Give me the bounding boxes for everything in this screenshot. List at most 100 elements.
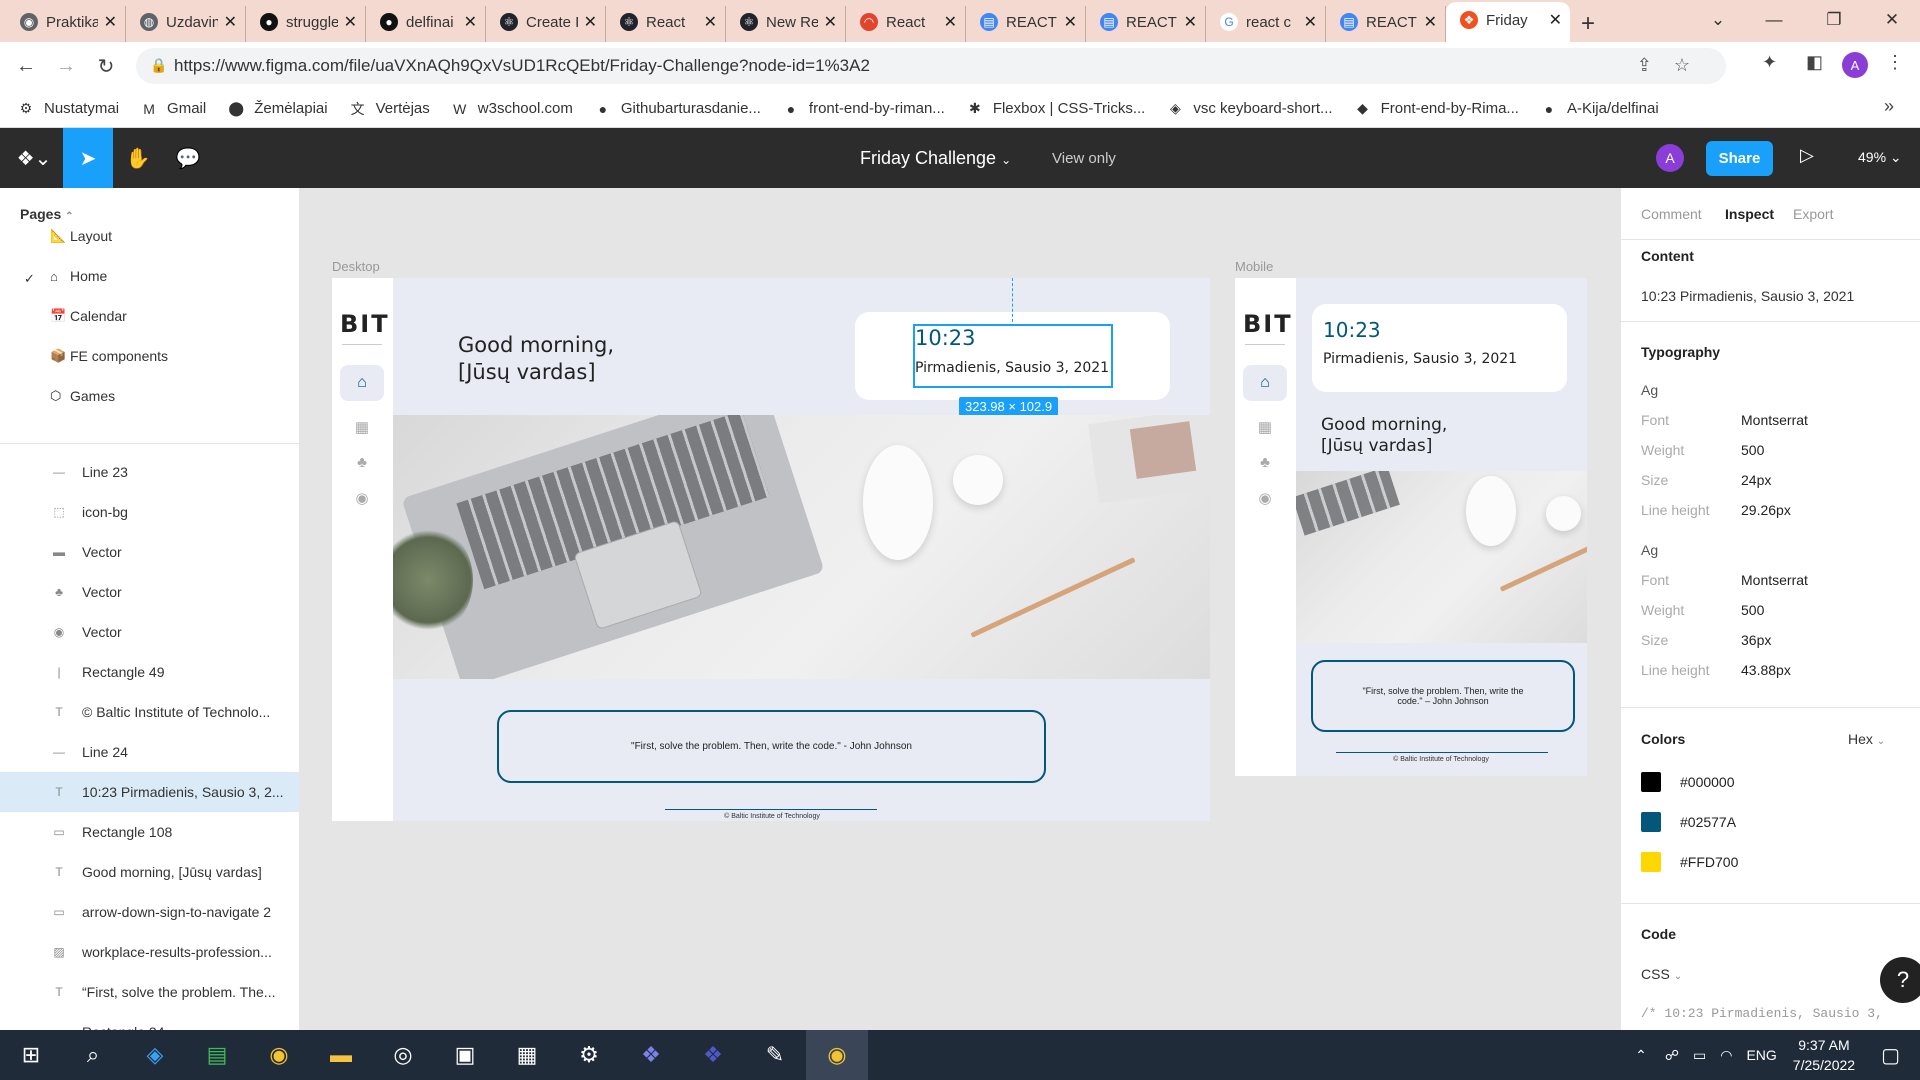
mobile-frame-label[interactable]: Mobile: [1235, 259, 1273, 274]
color-value[interactable]: #000000: [1680, 774, 1735, 790]
figma-menu-icon[interactable]: ❖⌄: [6, 128, 62, 188]
layer-item[interactable]: ◉ Vector: [0, 612, 299, 652]
share-button[interactable]: Share: [1706, 141, 1773, 176]
close-icon[interactable]: ✕: [1064, 12, 1077, 32]
present-icon[interactable]: ▷: [1800, 145, 1814, 166]
browser-tab[interactable]: Greact c ✕: [1206, 6, 1326, 42]
browser-tab[interactable]: ⚛ Create React App ✕: [486, 6, 606, 42]
browser-tab[interactable]: ◠ React ✕: [846, 6, 966, 42]
browser-tab[interactable]: ● struggle ✕: [246, 6, 366, 42]
close-icon[interactable]: ✕: [704, 12, 717, 32]
network-icon[interactable]: ☍: [1665, 1047, 1679, 1064]
color-swatch[interactable]: [1641, 772, 1661, 792]
typo-value[interactable]: 500: [1741, 442, 1764, 458]
help-button[interactable]: ?: [1880, 957, 1920, 1003]
close-icon[interactable]: ✕: [1304, 12, 1317, 32]
page-item[interactable]: 📦 FE components: [50, 348, 168, 364]
typo-value[interactable]: Montserrat: [1741, 572, 1808, 588]
pages-header[interactable]: Pages ⌃: [20, 206, 74, 222]
url-field[interactable]: 🔒 https://www.figma.com/file/uaVXnAQh9Qx…: [136, 48, 1726, 84]
browser-tab[interactable]: ◍ Uzdavinys ✕: [126, 6, 246, 42]
bookmark-item[interactable]: 文 Vertėjas: [350, 100, 430, 117]
wifi-icon[interactable]: ◠: [1720, 1047, 1732, 1064]
close-icon[interactable]: ✕: [1424, 12, 1437, 32]
page-item[interactable]: 📅 Calendar: [50, 308, 127, 324]
bookmark-item[interactable]: ◆ Front-end-by-Rima...: [1355, 100, 1519, 117]
vpn-icon[interactable]: ◎: [372, 1030, 434, 1080]
tab-search-icon[interactable]: ⌄: [1690, 0, 1746, 40]
layer-item[interactable]: —Rectangle 34: [0, 1012, 299, 1030]
code-lang-dropdown[interactable]: CSS ⌄: [1641, 966, 1682, 982]
color-swatch[interactable]: [1641, 812, 1661, 832]
page-item[interactable]: ⌂ Home: [50, 268, 107, 284]
layer-item[interactable]: T Good morning, [Jūsų vardas]: [0, 852, 299, 892]
layer-item[interactable]: T “First, solve the problem. The...: [0, 972, 299, 1012]
zoom-dropdown[interactable]: 49% ⌄: [1858, 149, 1902, 166]
notifications-icon[interactable]: ▢: [1881, 1043, 1900, 1068]
layer-item[interactable]: ▭ Rectangle 108: [0, 812, 299, 852]
comment-tool-icon[interactable]: 💬: [163, 128, 213, 188]
page-item[interactable]: ⬡ Games: [50, 388, 115, 404]
close-window-button[interactable]: ✕: [1864, 0, 1920, 40]
layer-item[interactable]: ▬ Vector: [0, 532, 299, 572]
chrome-active-icon[interactable]: ◉: [806, 1030, 868, 1080]
settings-icon[interactable]: ⚙: [558, 1030, 620, 1080]
browser-tab[interactable]: ▤ REACT ✕: [1086, 6, 1206, 42]
layer-item[interactable]: ▨ workplace-results-profession...: [0, 932, 299, 972]
browser-tab[interactable]: ▤ REACT ✕: [966, 6, 1086, 42]
browser-tab[interactable]: ● delfinai ✕: [366, 6, 486, 42]
typo-value[interactable]: 500: [1741, 602, 1764, 618]
layer-item[interactable]: T © Baltic Institute of Technolo...: [0, 692, 299, 732]
typo-value[interactable]: Montserrat: [1741, 412, 1808, 428]
close-icon[interactable]: ✕: [344, 12, 357, 32]
chrome-icon[interactable]: ◉: [248, 1030, 310, 1080]
color-format-dropdown[interactable]: Hex ⌄: [1848, 731, 1885, 747]
layer-item[interactable]: — Line 23: [0, 452, 299, 492]
typo-value[interactable]: 36px: [1741, 632, 1771, 648]
windows-start-icon[interactable]: ⊞: [0, 1030, 62, 1080]
search-icon[interactable]: ⌕: [62, 1030, 124, 1080]
bookmark-item[interactable]: Ww3school.com: [452, 100, 573, 117]
close-icon[interactable]: ✕: [104, 12, 117, 32]
menu-icon[interactable]: ⋮: [1886, 52, 1904, 73]
tab-inspect[interactable]: Inspect: [1725, 206, 1774, 222]
close-icon[interactable]: ✕: [224, 12, 237, 32]
battery-icon[interactable]: ▭: [1693, 1047, 1706, 1064]
browser-tab[interactable]: ◉ Praktika ✕: [6, 6, 126, 42]
paint-icon[interactable]: ✎: [744, 1030, 806, 1080]
clock[interactable]: 9:37 AM 7/25/2022: [1793, 1035, 1855, 1075]
bookmark-item[interactable]: ✱ Flexbox | CSS-Tricks...: [967, 100, 1145, 117]
close-icon[interactable]: ✕: [1184, 12, 1197, 32]
layer-item[interactable]: — Line 24: [0, 732, 299, 772]
close-icon[interactable]: ✕: [824, 12, 837, 32]
more-bookmarks-icon[interactable]: »: [1884, 96, 1894, 117]
bookmark-item[interactable]: ● front-end-by-riman...: [783, 100, 945, 117]
browser-tab[interactable]: ⚛ New React ✕: [726, 6, 846, 42]
calculator-icon[interactable]: ▦: [496, 1030, 558, 1080]
sidepanel-icon[interactable]: ◧: [1806, 52, 1823, 73]
close-icon[interactable]: ✕: [944, 12, 957, 32]
new-tab-button[interactable]: +: [1570, 6, 1606, 42]
hand-tool-icon[interactable]: ✋: [113, 128, 163, 188]
back-icon[interactable]: ←: [6, 46, 46, 86]
design-canvas[interactable]: Desktop Mobile BIT ⌂ ▦ ♣ ◉ Good morning,…: [300, 188, 1620, 1030]
user-avatar[interactable]: A: [1656, 144, 1684, 172]
desktop-frame-label[interactable]: Desktop: [332, 259, 380, 274]
forward-icon[interactable]: →: [46, 46, 86, 86]
close-icon[interactable]: ✕: [584, 12, 597, 32]
tab-export[interactable]: Export: [1793, 206, 1833, 222]
share-star-icons[interactable]: ⇪☆: [1637, 55, 1712, 76]
teams-work-icon[interactable]: ❖: [682, 1030, 744, 1080]
profile-avatar[interactable]: A: [1842, 52, 1868, 78]
bookmark-item[interactable]: ● A-Kija/delfinai: [1541, 100, 1659, 117]
content-value[interactable]: 10:23 Pirmadienis, Sausio 3, 2021: [1641, 288, 1854, 304]
terminal-icon[interactable]: ▣: [434, 1030, 496, 1080]
bookmark-item[interactable]: ⬤ Žemėlapiai: [228, 100, 327, 117]
close-icon[interactable]: ✕: [1549, 10, 1562, 30]
page-item[interactable]: 📐 Layout: [50, 228, 112, 244]
bookmark-item[interactable]: ⚙ Nustatymai: [18, 100, 119, 117]
mobile-frame[interactable]: BIT ⌂ ▦ ♣ ◉ 10:23 Pirmadienis, Sausio 3,…: [1235, 278, 1587, 776]
typo-value[interactable]: 43.88px: [1741, 662, 1791, 678]
layer-item[interactable]: ♣ Vector: [0, 572, 299, 612]
vscode-icon[interactable]: ◈: [124, 1030, 186, 1080]
